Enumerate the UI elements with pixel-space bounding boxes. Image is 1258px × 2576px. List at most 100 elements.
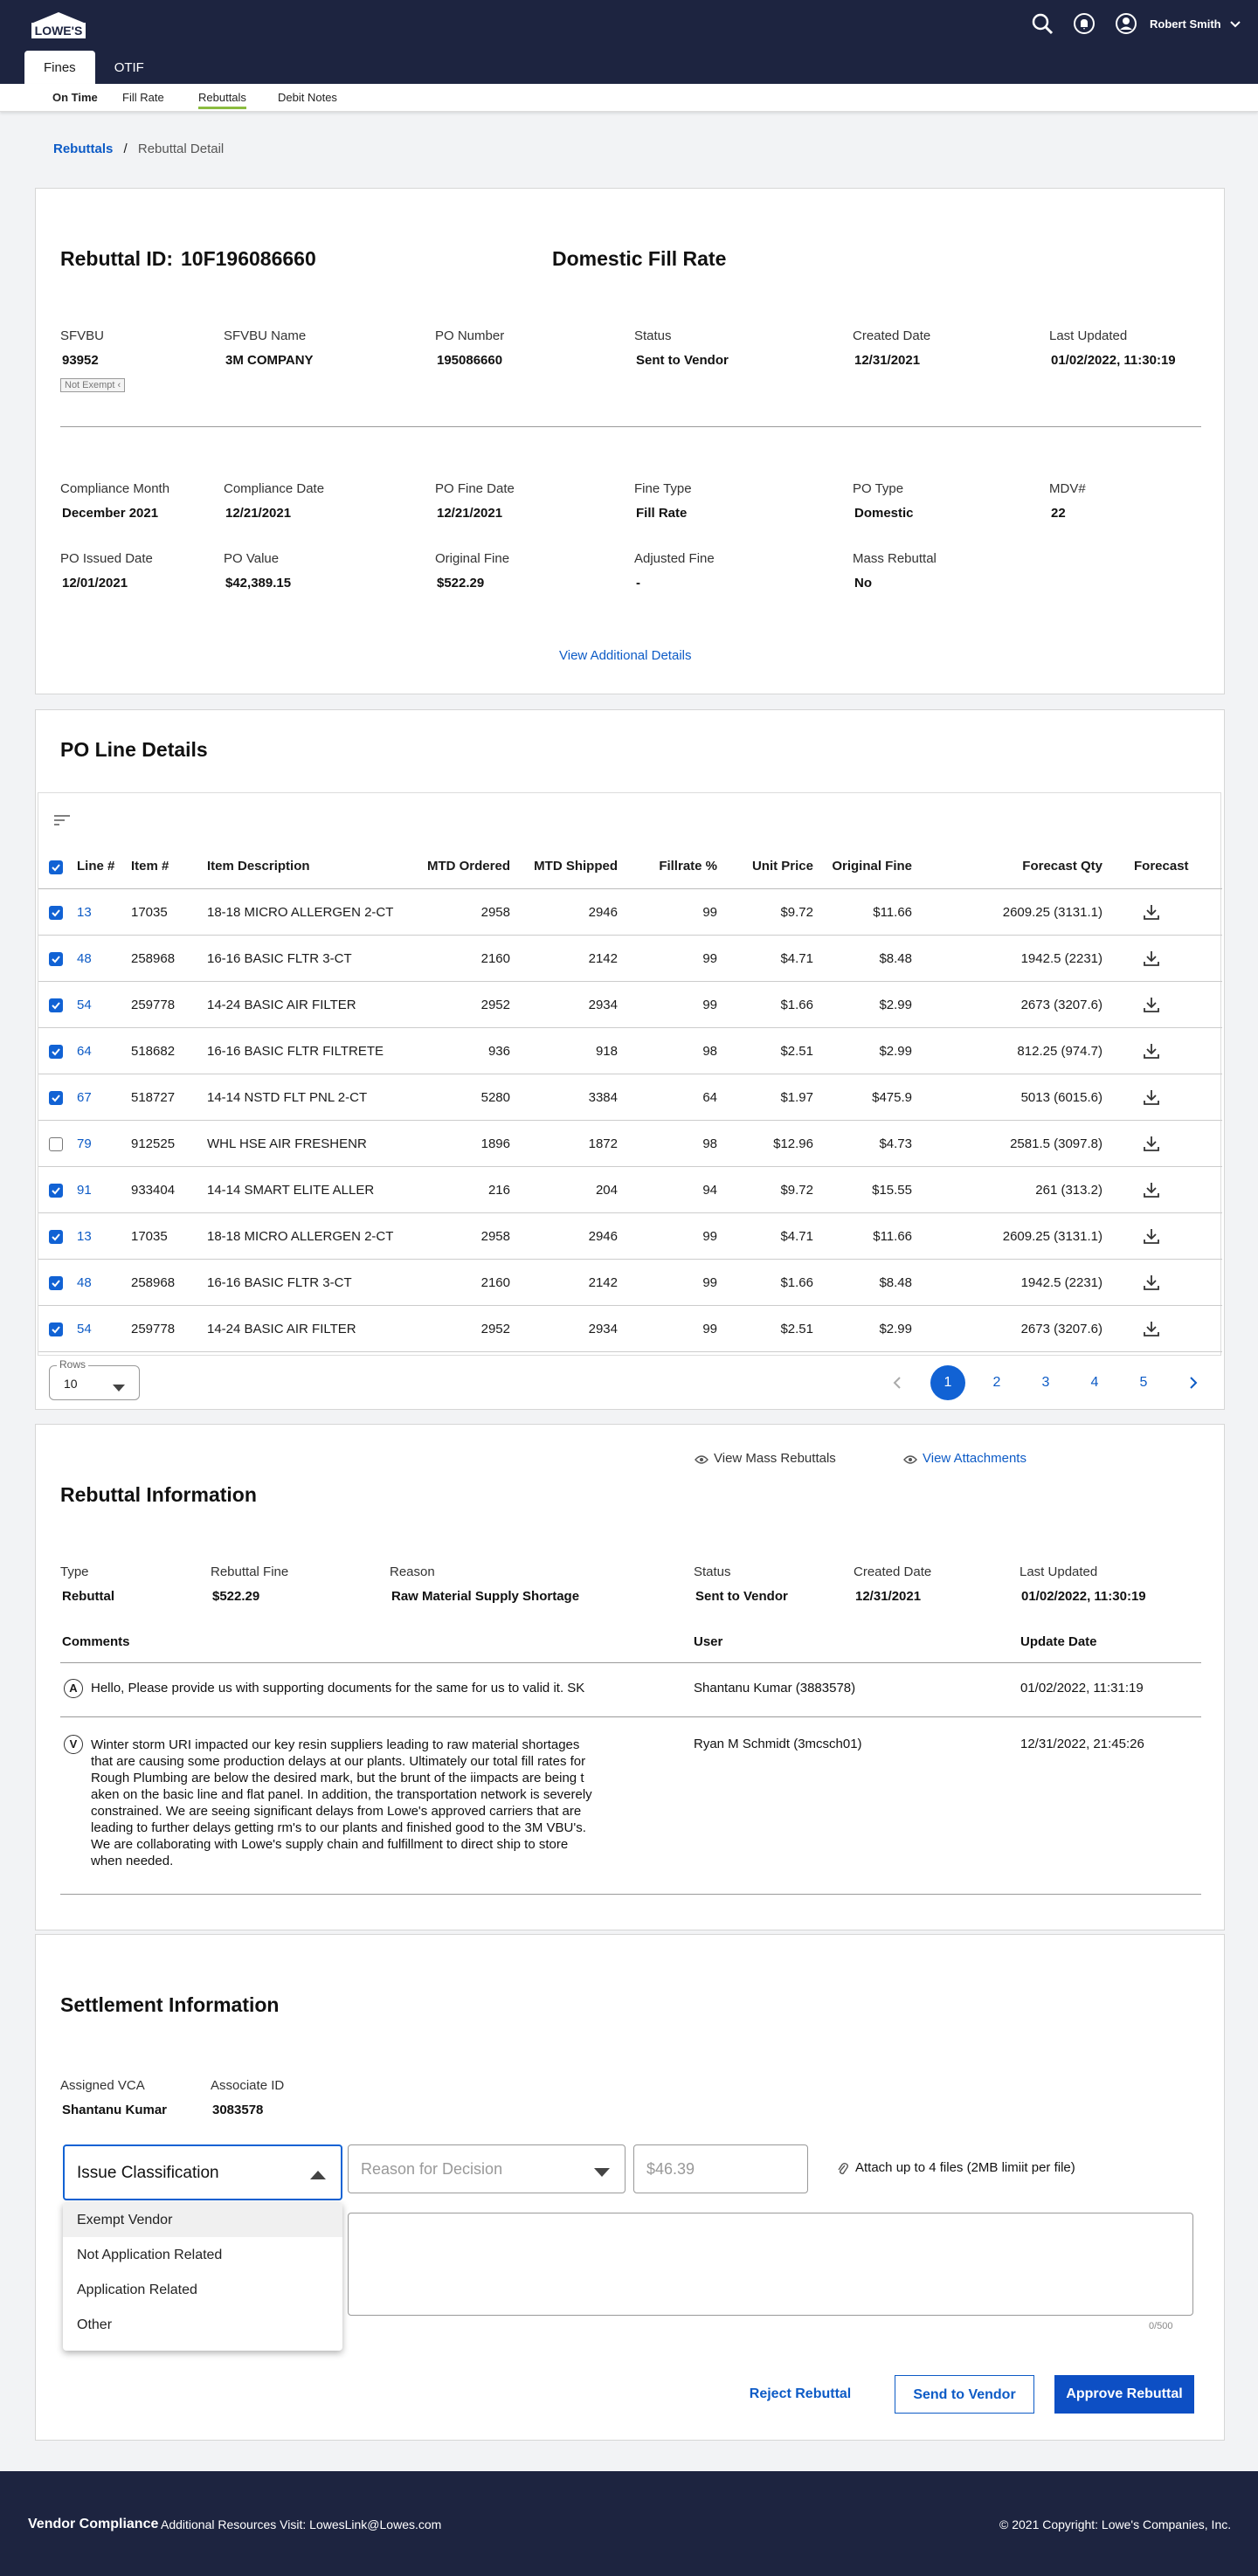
notification-bell-icon[interactable] (1073, 12, 1096, 35)
approve-rebuttal-button[interactable]: Approve Rebuttal (1054, 2375, 1194, 2414)
user-name[interactable]: Robert Smith (1150, 17, 1221, 31)
row-checkbox-checked[interactable] (49, 1045, 63, 1059)
row-checkbox[interactable] (49, 1137, 63, 1151)
cell-item-number: 518682 (131, 1044, 176, 1059)
download-icon[interactable] (1143, 1274, 1160, 1291)
eye-icon (903, 1454, 917, 1468)
chevron-left-icon[interactable] (893, 1376, 902, 1393)
option-application-related[interactable]: Application Related (77, 2282, 197, 2298)
download-icon[interactable] (1143, 1042, 1160, 1060)
po-issued-date-value: 12/01/2021 (62, 576, 128, 590)
subnav-debit-notes[interactable]: Debit Notes (278, 91, 337, 104)
created-date-value: 12/31/2021 (854, 353, 921, 368)
chevron-right-icon[interactable] (1189, 1376, 1198, 1393)
row-checkbox-checked[interactable] (49, 1184, 63, 1198)
cell-line-number[interactable]: 54 (77, 998, 92, 1012)
created-date-label: Created Date (853, 328, 931, 343)
attach-files-text[interactable]: Attach up to 4 files (2MB limiit per fil… (855, 2160, 1075, 2175)
row-checkbox-checked[interactable] (49, 1276, 63, 1290)
status-value: Sent to Vendor (636, 353, 729, 368)
issue-classification-select[interactable]: Issue Classification (63, 2144, 342, 2200)
tab-otif[interactable]: OTIF (95, 51, 163, 84)
download-icon[interactable] (1143, 996, 1160, 1013)
row-checkbox-checked[interactable] (49, 906, 63, 920)
row-checkbox-checked[interactable] (49, 1091, 63, 1105)
adjusted-fine-label: Adjusted Fine (634, 551, 715, 566)
subnav-on-time[interactable]: On Time (52, 91, 98, 104)
comment-avatar: A (64, 1679, 83, 1698)
comment-textarea[interactable] (348, 2213, 1193, 2316)
reject-rebuttal-button[interactable]: Reject Rebuttal (735, 2375, 866, 2414)
filter-icon[interactable] (54, 814, 70, 829)
cell-item-number: 933404 (131, 1183, 176, 1198)
row-checkbox-checked[interactable] (49, 1230, 63, 1244)
cell-line-number[interactable]: 48 (77, 1275, 92, 1290)
paperclip-icon[interactable] (838, 2162, 848, 2179)
lowes-logo[interactable]: LOWE'S (28, 10, 89, 40)
cell-line-number[interactable]: 64 (77, 1044, 92, 1059)
cell-line-number[interactable]: 48 (77, 951, 92, 966)
cell-forecast-qty: 2673 (3207.6) (1020, 998, 1102, 1012)
col-header-unit-price[interactable]: Unit Price (737, 859, 813, 874)
download-icon[interactable] (1143, 1227, 1160, 1245)
mdv-label: MDV# (1049, 481, 1086, 496)
cell-forecast-qty: 2609.25 (3131.1) (1002, 905, 1102, 920)
col-header-mtd-shipped[interactable]: MTD Shipped (510, 859, 618, 874)
view-attachments-link[interactable]: View Attachments (923, 1451, 1026, 1466)
cell-line-number[interactable]: 54 (77, 1322, 92, 1336)
select-all-checkbox[interactable] (49, 860, 63, 874)
view-additional-details-link[interactable]: View Additional Details (559, 648, 691, 663)
cell-line-number[interactable]: 67 (77, 1090, 92, 1105)
subnav-fill-rate[interactable]: Fill Rate (122, 91, 164, 104)
adjusted-amount-input[interactable]: $46.39 (633, 2144, 808, 2193)
cell-line-number[interactable]: 79 (77, 1136, 92, 1151)
col-header-item[interactable]: Item # (131, 859, 169, 874)
mass-rebuttal-value: No (854, 576, 872, 590)
page-5[interactable]: 5 (1126, 1365, 1161, 1400)
cell-line-number[interactable]: 13 (77, 1229, 92, 1244)
rows-per-page-select[interactable]: Rows 10 (49, 1358, 140, 1400)
cell-line-number[interactable]: 91 (77, 1183, 92, 1198)
col-header-mtd-ordered[interactable]: MTD Ordered (379, 859, 510, 874)
col-header-fillrate[interactable]: Fillrate % (650, 859, 717, 874)
page-3[interactable]: 3 (1028, 1365, 1063, 1400)
download-icon[interactable] (1143, 903, 1160, 921)
page-1[interactable]: 1 (930, 1365, 965, 1400)
chevron-down-icon[interactable] (1229, 17, 1241, 31)
reason-for-decision-select[interactable]: Reason for Decision (348, 2144, 626, 2193)
settlement-information-title: Settlement Information (60, 1993, 280, 2016)
cell-line-number[interactable]: 13 (77, 905, 92, 920)
col-header-line[interactable]: Line # (77, 859, 114, 874)
col-header-description[interactable]: Item Description (207, 859, 310, 874)
user-avatar-icon[interactable] (1115, 12, 1137, 35)
table-row: 13 17035 18-18 MICRO ALLERGEN 2-CT 2958 2946… (38, 889, 1222, 936)
breadcrumb: Rebuttals / Rebuttal Detail (53, 142, 224, 156)
col-header-forecast-qty[interactable]: Forecast Qty (956, 859, 1102, 874)
row-checkbox-checked[interactable] (49, 1323, 63, 1336)
rebuttal-status-label: Status (694, 1564, 731, 1579)
view-mass-rebuttals-link[interactable]: View Mass Rebuttals (714, 1451, 836, 1466)
option-exempt-vendor[interactable]: Exempt Vendor (77, 2213, 172, 2228)
cell-unit-price: $1.97 (780, 1090, 813, 1105)
option-not-application-related[interactable]: Not Application Related (77, 2248, 222, 2263)
col-header-forecast[interactable]: Forecast (1134, 859, 1189, 874)
comment-avatar: V (64, 1735, 83, 1754)
search-icon[interactable] (1031, 12, 1054, 35)
tab-fines[interactable]: Fines (24, 51, 95, 84)
page-4[interactable]: 4 (1077, 1365, 1112, 1400)
page-2[interactable]: 2 (979, 1365, 1014, 1400)
row-checkbox-checked[interactable] (49, 998, 63, 1012)
breadcrumb-rebuttals[interactable]: Rebuttals (53, 142, 113, 156)
cell-item-number: 258968 (131, 951, 176, 966)
download-icon[interactable] (1143, 1088, 1160, 1106)
row-checkbox-checked[interactable] (49, 952, 63, 966)
download-icon[interactable] (1143, 1320, 1160, 1337)
option-other[interactable]: Other (77, 2317, 112, 2333)
col-header-original-fine[interactable]: Original Fine (825, 859, 912, 874)
subnav-rebuttals[interactable]: Rebuttals (198, 91, 246, 109)
download-icon[interactable] (1143, 1181, 1160, 1198)
download-icon[interactable] (1143, 1135, 1160, 1152)
footer-resources-link[interactable]: Additional Resources Visit: LowesLink@Lo… (161, 2517, 441, 2531)
download-icon[interactable] (1143, 950, 1160, 967)
send-to-vendor-button[interactable]: Send to Vendor (895, 2375, 1034, 2414)
